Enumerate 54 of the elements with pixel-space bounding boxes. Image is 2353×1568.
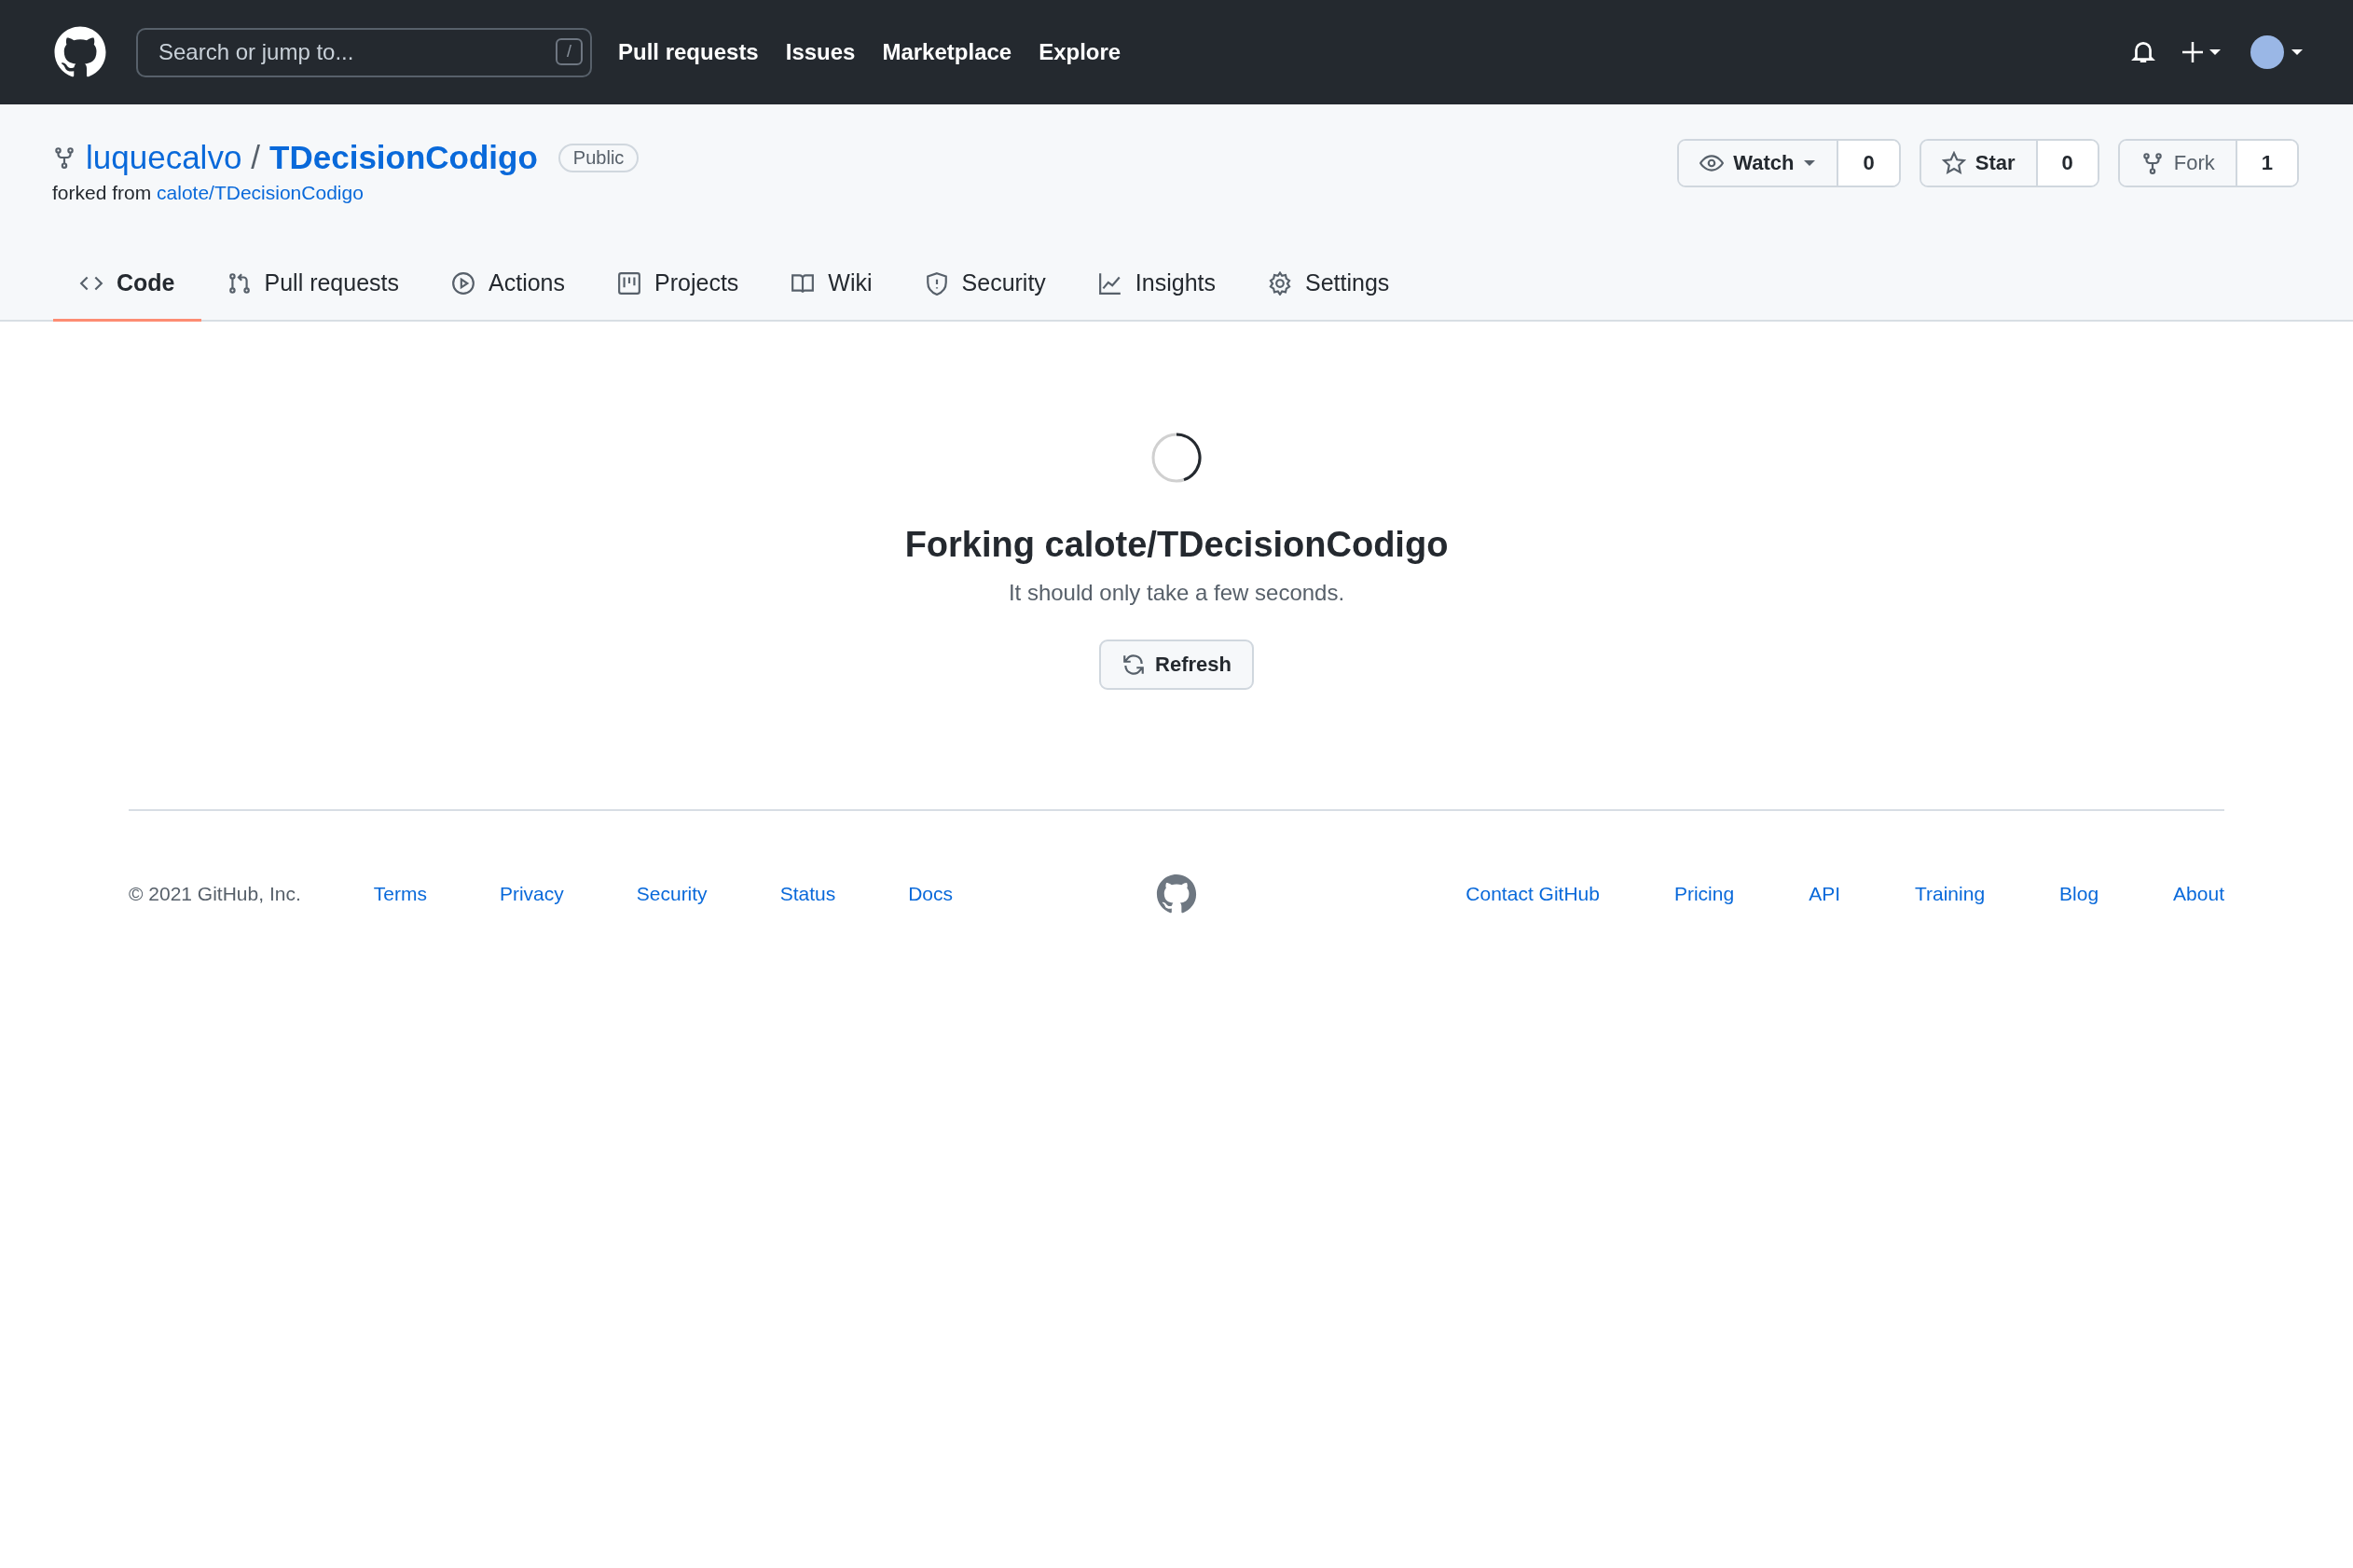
star-count: 0 (2037, 141, 2098, 186)
copyright-text: © 2021 GitHub, Inc. (129, 883, 301, 905)
fork-button[interactable]: Fork (2119, 141, 2237, 186)
shortcut-key: / (556, 37, 583, 65)
project-board-icon (617, 270, 641, 296)
status-heading: Forking calote/TDecisionCodigo (904, 525, 1449, 565)
footer-link[interactable]: Contact GitHub (1465, 883, 1600, 905)
pull-request-icon (227, 270, 252, 296)
source-repo-link[interactable]: calote/TDecisionCodigo (157, 182, 364, 203)
graph-icon (1097, 270, 1122, 296)
caret-icon (1803, 158, 1817, 168)
gear-icon (1268, 270, 1293, 296)
nav-link[interactable]: Marketplace (882, 39, 1012, 65)
avatar[interactable] (2250, 35, 2284, 69)
footer-link[interactable]: Docs (908, 883, 954, 905)
repo-tab[interactable]: Insights (1071, 256, 1243, 322)
repo-tab[interactable]: Pull requests (200, 256, 426, 322)
footer-link[interactable]: Blog (2059, 883, 2099, 905)
repo-tab[interactable]: Wiki (764, 256, 899, 322)
star-button[interactable]: Star (1920, 141, 2038, 186)
nav-link[interactable]: Issues (785, 39, 856, 65)
star-icon (1941, 151, 1966, 175)
repo-tab[interactable]: Settings (1242, 256, 1416, 322)
owner-link[interactable]: luquecalvo (86, 139, 242, 176)
play-icon (451, 270, 476, 296)
notification-bell-icon[interactable] (2131, 39, 2155, 65)
nav-link[interactable]: Pull requests (618, 39, 759, 65)
forked-from-label: forked from (52, 182, 152, 203)
repo-tab[interactable]: Code (53, 256, 201, 322)
footer-link[interactable]: Training (1915, 883, 1986, 905)
repo-name-link[interactable]: TDecisionCodigo (269, 139, 538, 176)
repo-tab[interactable]: Security (898, 256, 1072, 322)
footer-link[interactable]: Security (636, 883, 708, 905)
footer-link[interactable]: Pricing (1673, 883, 1735, 905)
refresh-icon (1121, 653, 1147, 677)
footer-link[interactable]: Privacy (499, 883, 564, 905)
refresh-button[interactable]: Refresh (1099, 640, 1254, 690)
repo-tab[interactable]: Actions (425, 256, 591, 322)
github-logo-icon (1155, 873, 1198, 915)
footer-link[interactable]: About (2173, 883, 2224, 905)
loading-spinner-icon (1150, 432, 1203, 484)
shield-icon (924, 270, 949, 296)
repo-tab[interactable]: Projects (591, 256, 765, 322)
watch-count: 0 (1838, 141, 1899, 186)
visibility-label: Public (557, 143, 640, 172)
fork-count: 1 (2236, 141, 2297, 186)
fork-icon (52, 145, 76, 170)
nav-link[interactable]: Explore (1039, 39, 1121, 65)
status-message: It should only take a few seconds. (1008, 580, 1345, 606)
footer-link[interactable]: Status (779, 883, 836, 905)
footer-link[interactable]: API (1809, 883, 1840, 905)
footer-link[interactable]: Terms (373, 883, 427, 905)
path-separator: / (251, 139, 261, 176)
watch-button[interactable]: Watch (1679, 141, 1839, 186)
